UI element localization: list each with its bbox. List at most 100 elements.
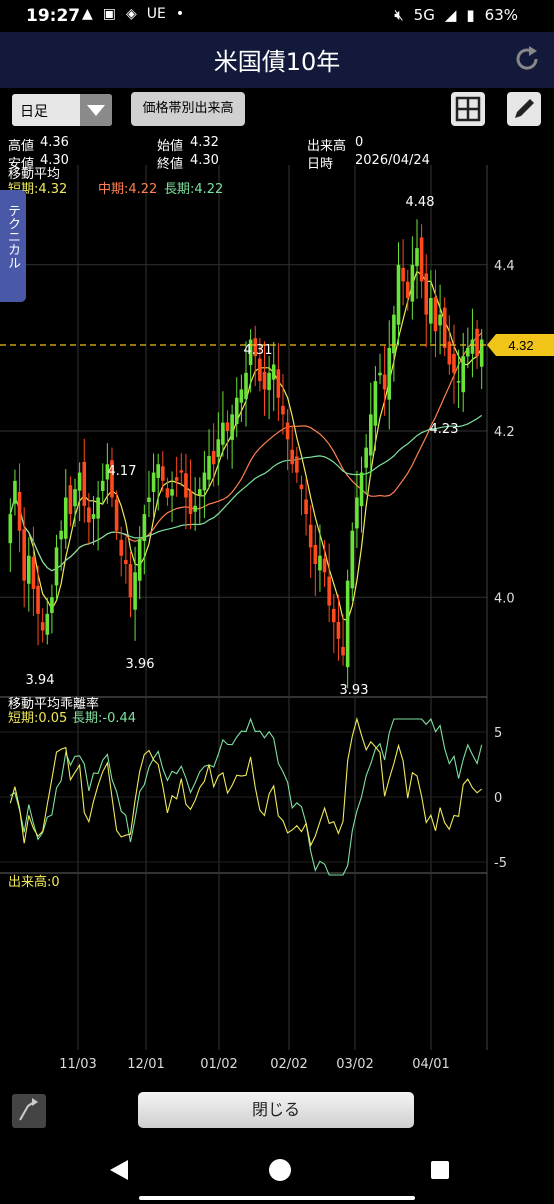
candle-body bbox=[382, 374, 387, 390]
candle-body bbox=[221, 422, 225, 445]
candle-body bbox=[299, 484, 304, 490]
date-tick-label: 04/01 bbox=[412, 1057, 449, 1072]
candle-body bbox=[442, 307, 447, 348]
moving-average-lines bbox=[9, 270, 483, 622]
candle-body bbox=[424, 273, 429, 315]
candle-body bbox=[211, 451, 216, 465]
candle-body bbox=[345, 580, 350, 668]
current-price-tag: 4.32 bbox=[487, 334, 554, 356]
candle-body bbox=[401, 267, 405, 282]
ma-title: 移動平均 bbox=[8, 167, 60, 182]
candle-body bbox=[359, 472, 364, 507]
candle-body bbox=[336, 622, 341, 639]
dev-tick-label: 5 bbox=[494, 726, 502, 741]
candle-body bbox=[151, 472, 156, 492]
extreme-label: 4.48 bbox=[406, 195, 435, 210]
candle-body bbox=[147, 497, 151, 503]
candle-body bbox=[165, 488, 170, 498]
extreme-label: 4.31 bbox=[244, 343, 273, 358]
long-ma-line bbox=[9, 414, 483, 572]
candle-body bbox=[438, 314, 442, 326]
candle-body bbox=[429, 298, 433, 324]
candle-body bbox=[170, 489, 174, 496]
candle-body bbox=[475, 328, 479, 357]
candle-body bbox=[419, 237, 424, 282]
candle-body bbox=[387, 347, 392, 400]
recents-icon[interactable] bbox=[431, 1161, 449, 1179]
candle-body bbox=[156, 464, 160, 478]
candle-body bbox=[193, 505, 197, 512]
candle-body bbox=[262, 371, 267, 390]
candle-body bbox=[137, 539, 142, 581]
candle-body bbox=[433, 297, 438, 332]
candle-body bbox=[368, 414, 373, 456]
candle-body bbox=[318, 555, 322, 571]
candle-body bbox=[290, 449, 295, 465]
back-icon[interactable] bbox=[110, 1160, 128, 1180]
candle-body bbox=[188, 490, 193, 515]
candle-body bbox=[355, 497, 359, 529]
short-deviation-line bbox=[9, 716, 483, 848]
candle-body bbox=[456, 381, 461, 383]
candle-body bbox=[184, 473, 188, 498]
candle-body bbox=[470, 339, 475, 354]
extreme-label: 3.96 bbox=[126, 657, 155, 672]
dev-tick-label: 0 bbox=[494, 791, 502, 806]
edit-icon[interactable] bbox=[12, 1094, 46, 1128]
candle-body bbox=[234, 397, 239, 424]
candle-body bbox=[392, 314, 396, 354]
candle-body bbox=[322, 558, 327, 573]
candle-body bbox=[100, 480, 105, 492]
candle-body bbox=[271, 364, 276, 380]
candle-body bbox=[82, 461, 87, 506]
date-tick-label: 12/01 bbox=[127, 1057, 164, 1072]
price-chart[interactable]: 4.4 4.2 4.0 11/03 12/01 01/02 02/02 03/02 04/01 5… bbox=[0, 0, 554, 1092]
candle-body bbox=[405, 281, 410, 298]
date-tick-label: 02/02 bbox=[270, 1057, 307, 1072]
candle-body bbox=[332, 608, 336, 623]
close-button[interactable]: 閉じる bbox=[138, 1092, 414, 1128]
date-tick-label: 01/02 bbox=[200, 1057, 237, 1072]
volume-panel-label: 出来高:0 bbox=[8, 874, 60, 890]
candle-body bbox=[91, 514, 96, 519]
candle-body bbox=[207, 455, 211, 480]
candle-body bbox=[466, 347, 470, 357]
candle-body bbox=[31, 556, 36, 589]
candle-body bbox=[308, 524, 313, 548]
candle-body bbox=[267, 372, 271, 391]
candle-body bbox=[364, 447, 368, 468]
candle-body bbox=[341, 646, 345, 656]
system-nav-bar bbox=[0, 1140, 554, 1200]
candle-body bbox=[295, 456, 299, 473]
candle-body bbox=[124, 559, 128, 564]
candle-body bbox=[378, 372, 382, 376]
candle-body bbox=[96, 497, 100, 519]
candle-body bbox=[479, 339, 484, 367]
candle-body bbox=[258, 358, 262, 382]
candle-body bbox=[244, 372, 248, 400]
candle-body bbox=[281, 405, 285, 415]
price-tick-label: 4.2 bbox=[494, 425, 515, 440]
candle-body bbox=[36, 585, 40, 614]
candle-body bbox=[452, 353, 456, 373]
date-tick-label: 11/03 bbox=[59, 1057, 96, 1072]
current-price-text: 4.32 bbox=[508, 338, 533, 353]
candle-body bbox=[26, 555, 31, 584]
candle-body bbox=[225, 422, 230, 431]
ma-long: 長期:4.22 bbox=[164, 182, 223, 197]
candle-body bbox=[114, 499, 119, 531]
candle-body bbox=[410, 264, 415, 302]
home-icon[interactable] bbox=[269, 1159, 291, 1181]
price-tick-label: 4.4 bbox=[494, 259, 515, 274]
extreme-label: 4.23 bbox=[430, 422, 459, 437]
technical-tab[interactable]: テクニカル bbox=[0, 190, 26, 302]
chart-labels: 4.48 4.31 4.17 4.23 3.94 3.96 3.93 bbox=[26, 195, 459, 698]
candlestick-series bbox=[8, 219, 484, 689]
extreme-label: 4.17 bbox=[108, 464, 137, 479]
candle-body bbox=[396, 264, 401, 325]
short-ma-line bbox=[9, 270, 483, 622]
candle-body bbox=[276, 369, 281, 398]
candle-body bbox=[461, 356, 466, 393]
candle-body bbox=[202, 472, 207, 491]
dev-long: 長期:-0.44 bbox=[72, 711, 136, 726]
